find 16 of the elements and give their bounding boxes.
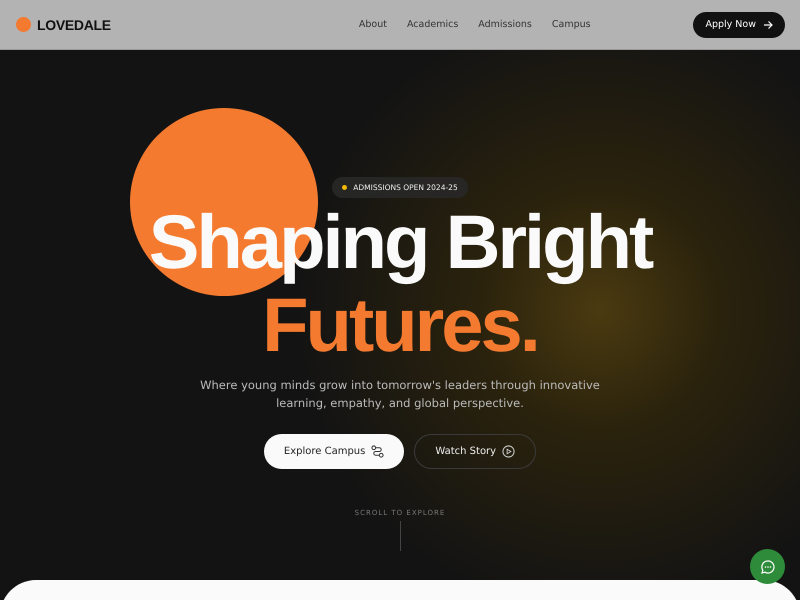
headline-accent: Futures. (262, 286, 538, 366)
nav-link[interactable]: Campus (552, 19, 591, 30)
hero-subtitle: Where young minds grow into tomorrow's leaders through innovative learning, empathy, and global perspective. (200, 377, 600, 412)
brand-name[interactable]: LOVEDALE (37, 16, 111, 32)
chat-button[interactable] (750, 549, 785, 584)
arrow-right-icon (763, 20, 773, 30)
route-icon (371, 445, 384, 458)
watch-story-button[interactable]: Watch Story (414, 434, 536, 469)
play-icon (502, 445, 516, 458)
explore-campus-button[interactable]: Explore Campus (264, 434, 404, 469)
nav-link[interactable]: About (358, 19, 387, 30)
nav-link[interactable]: Academics (406, 19, 458, 30)
chat-icon (760, 558, 776, 574)
apply-button[interactable]: Apply Now (693, 12, 785, 38)
nav-link[interactable]: Admissions (478, 19, 532, 30)
logo-dot-icon (16, 17, 31, 32)
